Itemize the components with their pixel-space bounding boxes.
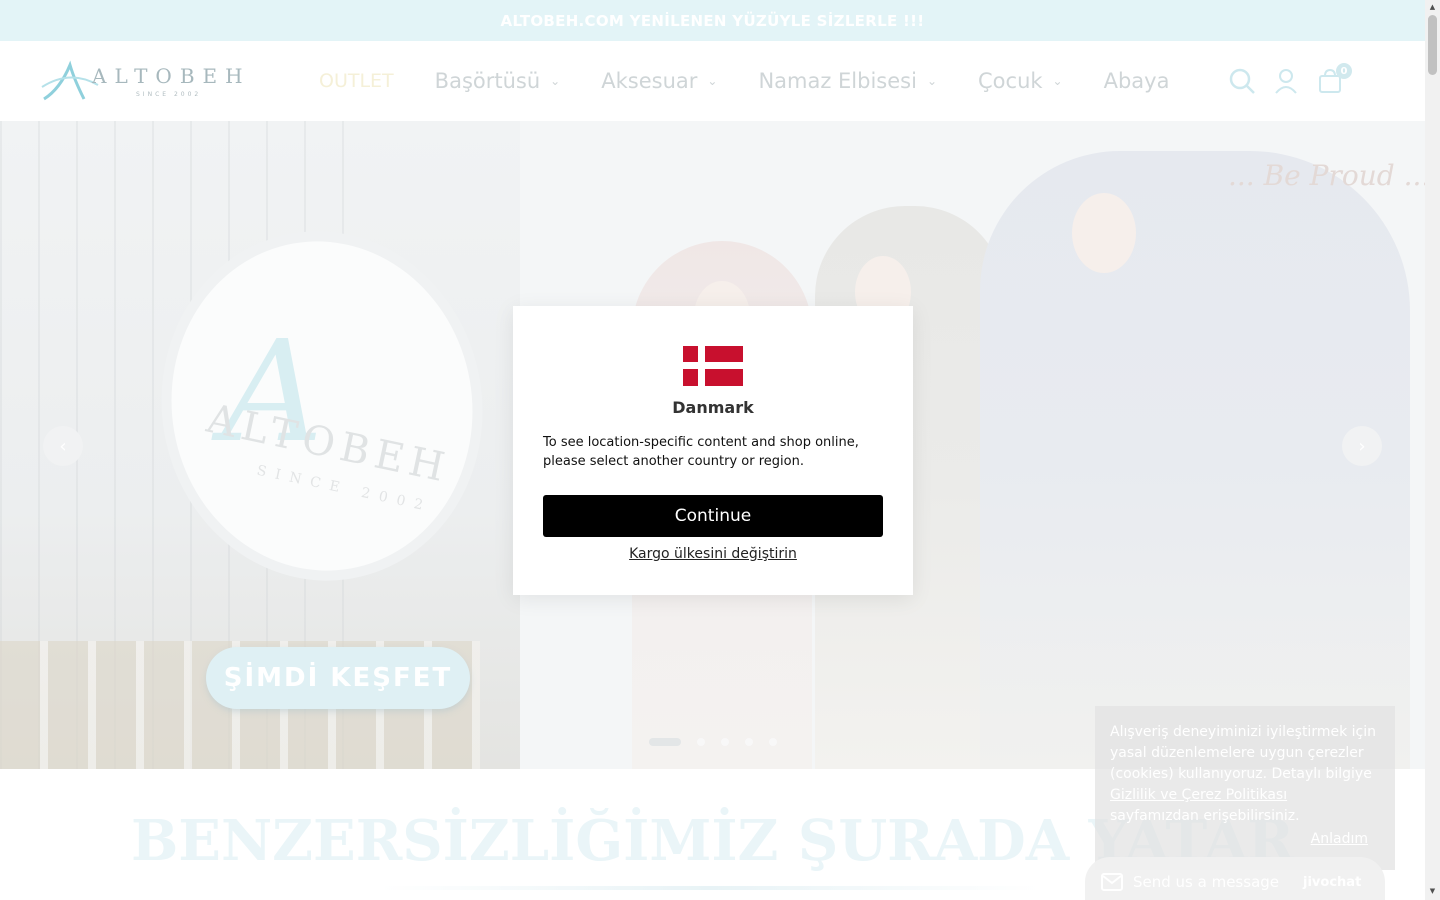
nav-item-cocuk[interactable]: Çocuk ⌄ — [978, 69, 1063, 93]
scrollbar-thumb[interactable] — [1428, 15, 1437, 75]
nav-item-abaya[interactable]: Abaya — [1104, 69, 1170, 93]
scroll-down-icon[interactable]: ▼ — [1428, 886, 1437, 896]
logo-mark-icon — [41, 60, 99, 101]
site-header: ALTOBEH SINCE 2002 OUTLET Başörtüsü ⌄ Ak… — [0, 41, 1425, 121]
slider-prev-button[interactable]: ‹ — [43, 426, 83, 466]
nav-item-aksesuar[interactable]: Aksesuar ⌄ — [601, 69, 717, 93]
slider-dot-2[interactable] — [697, 738, 705, 746]
site-logo[interactable]: ALTOBEH SINCE 2002 — [40, 59, 243, 105]
slider-dot-3[interactable] — [721, 738, 729, 746]
logo-since: SINCE 2002 — [136, 91, 202, 98]
slider-dot-5[interactable] — [769, 738, 777, 746]
cookie-text-after: sayfamızdan erişebilirsiniz. — [1110, 808, 1300, 824]
announcement-text: ALTOBEH.COM YENİLENEN YÜZÜYLE SİZLERLE !… — [500, 11, 925, 30]
cookie-text: Alışveriş deneyiminizi iyileştirmek için… — [1110, 722, 1380, 827]
slider-next-button[interactable]: › — [1342, 426, 1382, 466]
hero-tagline: ... Be Proud ... — [1228, 159, 1425, 192]
chat-label: Send us a message — [1133, 873, 1280, 891]
chat-brand: jivochat — [1303, 874, 1362, 890]
section-divider — [380, 886, 1040, 890]
chevron-down-icon: ⌄ — [1052, 74, 1063, 88]
nav-item-label: Çocuk — [978, 69, 1043, 93]
modal-country-name: Danmark — [672, 398, 754, 417]
nav-item-label: Başörtüsü — [434, 69, 541, 93]
scroll-up-icon[interactable]: ▲ — [1428, 2, 1437, 12]
chevron-down-icon: ⌄ — [707, 74, 718, 88]
cart-button[interactable]: 0 — [1316, 63, 1352, 95]
nav-item-label: Abaya — [1103, 69, 1170, 93]
page-scrollbar[interactable]: ▲ ▼ — [1425, 0, 1440, 900]
chat-widget[interactable]: Send us a message jivochat — [1085, 857, 1385, 900]
slider-dot-1[interactable] — [649, 738, 681, 746]
change-shipping-country-link[interactable]: Kargo ülkesini değiştirin — [513, 546, 913, 562]
cookie-text-before: Alışveriş deneyiminizi iyileştirmek için… — [1110, 724, 1376, 782]
denmark-flag-icon — [683, 346, 743, 386]
cart-count-badge: 0 — [1336, 63, 1352, 79]
main-nav: OUTLET Başörtüsü ⌄ Aksesuar ⌄ Namaz Elbi… — [319, 65, 1210, 97]
continue-button[interactable]: Continue — [543, 495, 883, 537]
search-button[interactable] — [1228, 67, 1256, 95]
account-icon — [1275, 69, 1297, 94]
chevron-left-icon: ‹ — [59, 435, 67, 457]
nav-item-basortusu[interactable]: Başörtüsü ⌄ — [435, 69, 561, 93]
nav-item-namaz-elbisesi[interactable]: Namaz Elbisesi ⌄ — [758, 69, 937, 93]
country-selector-modal: Danmark To see location-specific content… — [513, 306, 913, 595]
modal-message: To see location-specific content and sho… — [543, 435, 859, 469]
nav-item-label: Aksesuar — [601, 69, 698, 93]
chevron-down-icon: ⌄ — [926, 74, 938, 88]
cookie-accept-button[interactable]: Anladım — [1311, 831, 1368, 847]
header-icons: 0 — [1228, 63, 1360, 95]
account-button[interactable] — [1272, 67, 1300, 95]
mail-icon — [1101, 873, 1123, 891]
nav-item-outlet[interactable]: OUTLET — [319, 70, 394, 92]
model-figure — [980, 151, 1410, 769]
chevron-right-icon: › — [1358, 435, 1366, 457]
cookie-banner: Alışveriş deneyiminizi iyileştirmek için… — [1095, 706, 1395, 870]
slider-pagination — [649, 738, 793, 746]
slider-dot-4[interactable] — [745, 738, 753, 746]
chevron-down-icon: ⌄ — [550, 74, 561, 88]
nav-item-label: OUTLET — [319, 70, 394, 92]
search-icon — [1229, 68, 1255, 94]
announcement-bar: ALTOBEH.COM YENİLENEN YÜZÜYLE SİZLERLE !… — [0, 0, 1425, 41]
logo-word: ALTOBEH — [92, 64, 251, 88]
privacy-policy-link[interactable]: Gizlilik ve Çerez Politikası — [1110, 787, 1287, 803]
nav-item-label: Namaz Elbisesi — [758, 69, 917, 93]
discover-now-button[interactable]: ŞİMDİ KEŞFET — [206, 647, 470, 709]
